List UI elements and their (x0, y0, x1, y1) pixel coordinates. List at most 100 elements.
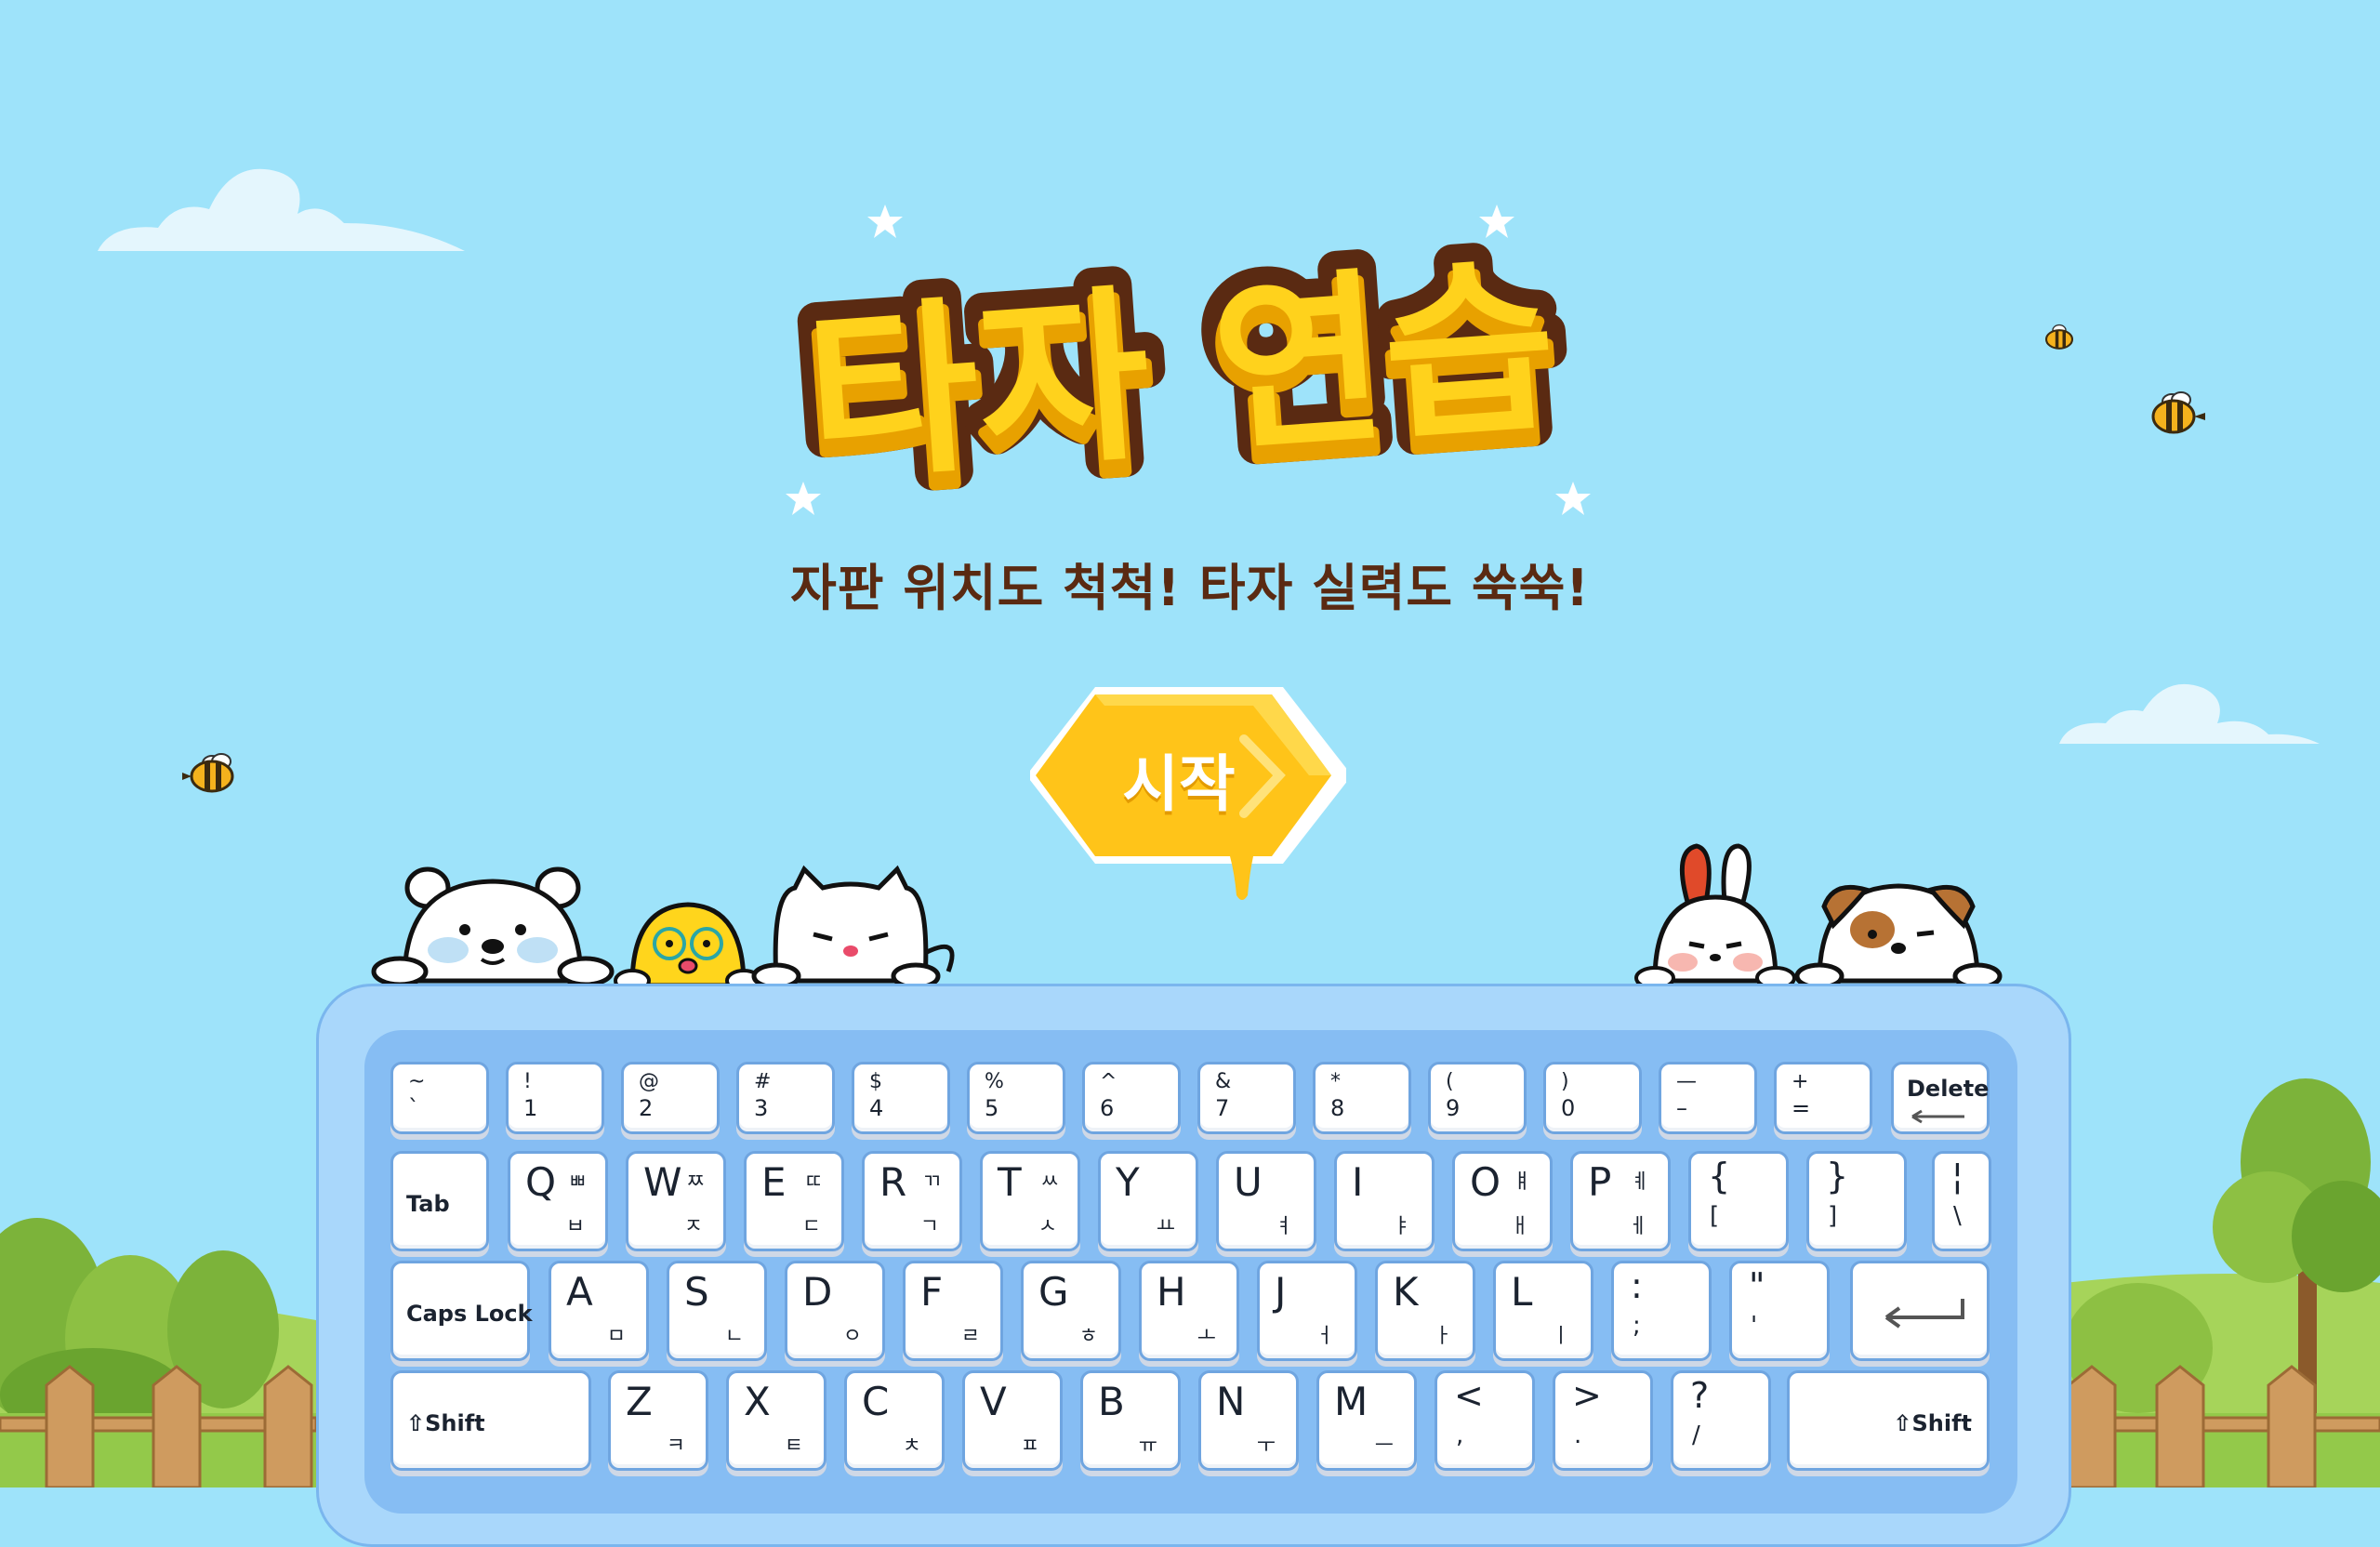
key-delete-label: Delete (1907, 1076, 1990, 1102)
key-row1-5[interactable]: % 5 (967, 1062, 1065, 1134)
key-p[interactable]: Pㅖㅔ (1570, 1151, 1671, 1251)
key-hangul: ㅡ (1374, 1435, 1394, 1458)
key-b[interactable]: Bㅠ (1080, 1370, 1181, 1471)
key-shift-char: { (1708, 1156, 1731, 1197)
key-d[interactable]: Dㅇ (785, 1261, 885, 1361)
key-u[interactable]: Uㅕ (1216, 1151, 1316, 1251)
right-landscape (2062, 1078, 2380, 1488)
cloud-top-left (98, 168, 465, 251)
key-r[interactable]: Rㄲㄱ (862, 1151, 962, 1251)
key-letter: I (1352, 1159, 1364, 1205)
key-row1-2[interactable]: @2 (621, 1062, 720, 1134)
key-c[interactable]: Cㅊ (844, 1370, 945, 1471)
key-row3-sym-0[interactable]: :; (1611, 1261, 1712, 1361)
backspace-arrow-icon (1911, 1109, 1964, 1124)
key-enter[interactable] (1850, 1261, 1990, 1361)
key-row1-11[interactable]: — – (1659, 1062, 1757, 1134)
key-hangul: ㅑ (1392, 1215, 1411, 1238)
cloud-right (2059, 683, 2320, 744)
key-char: 6 (1100, 1095, 1115, 1121)
start-button[interactable]: 시작 (1030, 683, 1346, 906)
key-shift-char: # (754, 1070, 772, 1093)
key-f[interactable]: Fㄹ (903, 1261, 1003, 1361)
key-s[interactable]: Sㄴ (667, 1261, 767, 1361)
key-hangul: ㅌ (784, 1435, 803, 1458)
key-y[interactable]: Yㅛ (1098, 1151, 1198, 1251)
key-row3-sym-1[interactable]: " ' (1729, 1261, 1830, 1361)
key-row1-0[interactable]: ~ ` (390, 1062, 489, 1134)
key-t[interactable]: Tㅆㅅ (980, 1151, 1080, 1251)
key-shift-left-text: Shift (425, 1410, 485, 1436)
subtitle: 자판 위치도 척척! 타자 실력도 쑥쑥! (790, 559, 1590, 617)
key-shift-char: — (1676, 1070, 1697, 1093)
key-shift-char: ~ (408, 1070, 426, 1093)
key-hangul-shift: ㄲ (922, 1170, 942, 1194)
key-q[interactable]: Qㅃㅂ (508, 1151, 608, 1251)
key-shift-char: " (1749, 1265, 1765, 1306)
star-icon (1479, 205, 1514, 238)
key-row2-sym-0[interactable]: {[ (1688, 1151, 1789, 1251)
key-char: ' (1751, 1312, 1758, 1340)
key-row1-12[interactable]: + = (1774, 1062, 1872, 1134)
key-o[interactable]: Oㅒㅐ (1452, 1151, 1553, 1251)
key-row1-4[interactable]: $4 (852, 1062, 950, 1134)
key-row1-10[interactable]: ) 0 (1543, 1062, 1642, 1134)
key-letter: X (744, 1379, 771, 1424)
key-shift-char: & (1215, 1070, 1232, 1093)
key-delete[interactable]: Delete (1891, 1062, 1990, 1134)
key-row4-sym-1[interactable]: >. (1553, 1370, 1653, 1471)
key-row1-8[interactable]: * 8 (1313, 1062, 1411, 1134)
key-row4-sym-2[interactable]: ? / (1671, 1370, 1771, 1471)
key-shift-left[interactable]: ⇧Shift (390, 1370, 591, 1471)
key-k[interactable]: Kㅏ (1375, 1261, 1475, 1361)
key-row1-3[interactable]: #3 (736, 1062, 835, 1134)
key-w[interactable]: Wㅉㅈ (626, 1151, 726, 1251)
key-i[interactable]: Iㅑ (1334, 1151, 1435, 1251)
key-caps-lock[interactable]: Caps Lock (390, 1261, 533, 1361)
key-m[interactable]: Mㅡ (1316, 1370, 1417, 1471)
key-char: ] (1828, 1202, 1838, 1230)
bee-icon (2044, 324, 2074, 350)
key-letter: Q (525, 1159, 557, 1205)
key-char: – (1676, 1095, 1687, 1121)
key-letter: D (802, 1269, 833, 1315)
key-letter: J (1275, 1269, 1287, 1315)
key-shift-char: $ (869, 1070, 882, 1093)
key-hangul: ㅣ (1551, 1325, 1570, 1348)
key-letter: E (761, 1159, 787, 1205)
key-tab[interactable]: Tab (390, 1151, 489, 1251)
key-char: . (1574, 1421, 1582, 1449)
key-hangul: ㅛ (1156, 1215, 1175, 1238)
key-hangul: ㅅ (1038, 1215, 1057, 1238)
key-j[interactable]: Jㅓ (1257, 1261, 1357, 1361)
key-letter: U (1234, 1159, 1263, 1205)
key-row1-6[interactable]: ^ 6 (1082, 1062, 1181, 1134)
key-g[interactable]: Gㅎ (1021, 1261, 1121, 1361)
key-n[interactable]: Nㅜ (1198, 1370, 1299, 1471)
key-row2-sym-2[interactable]: ¦ \ (1932, 1151, 1991, 1251)
key-letter: A (566, 1269, 593, 1315)
key-letter: K (1393, 1269, 1419, 1315)
key-shift-char: : (1631, 1265, 1643, 1306)
key-letter: N (1216, 1379, 1246, 1424)
key-h[interactable]: Hㅗ (1139, 1261, 1239, 1361)
key-hangul-shift: ㅆ (1040, 1170, 1060, 1194)
key-letter: R (879, 1159, 907, 1205)
key-v[interactable]: Vㅍ (962, 1370, 1063, 1471)
key-shift-right[interactable]: ⇧Shift (1787, 1370, 1990, 1471)
key-a[interactable]: Aㅁ (549, 1261, 649, 1361)
key-x[interactable]: Xㅌ (726, 1370, 826, 1471)
key-row2-sym-1[interactable]: }] (1806, 1151, 1907, 1251)
key-e[interactable]: Eㄸㄷ (744, 1151, 844, 1251)
key-char: 8 (1330, 1095, 1345, 1121)
key-row1-1[interactable]: ! 1 (506, 1062, 604, 1134)
key-hangul: ㅕ (1274, 1215, 1293, 1238)
honey-drip (1230, 856, 1253, 900)
key-letter: H (1157, 1269, 1186, 1315)
key-z[interactable]: Zㅋ (608, 1370, 708, 1471)
key-l[interactable]: Lㅣ (1493, 1261, 1593, 1361)
key-hangul: ㅇ (842, 1325, 862, 1348)
key-row4-sym-0[interactable]: <, (1435, 1370, 1535, 1471)
key-row1-7[interactable]: & 7 (1197, 1062, 1296, 1134)
key-row1-9[interactable]: (9 (1428, 1062, 1527, 1134)
